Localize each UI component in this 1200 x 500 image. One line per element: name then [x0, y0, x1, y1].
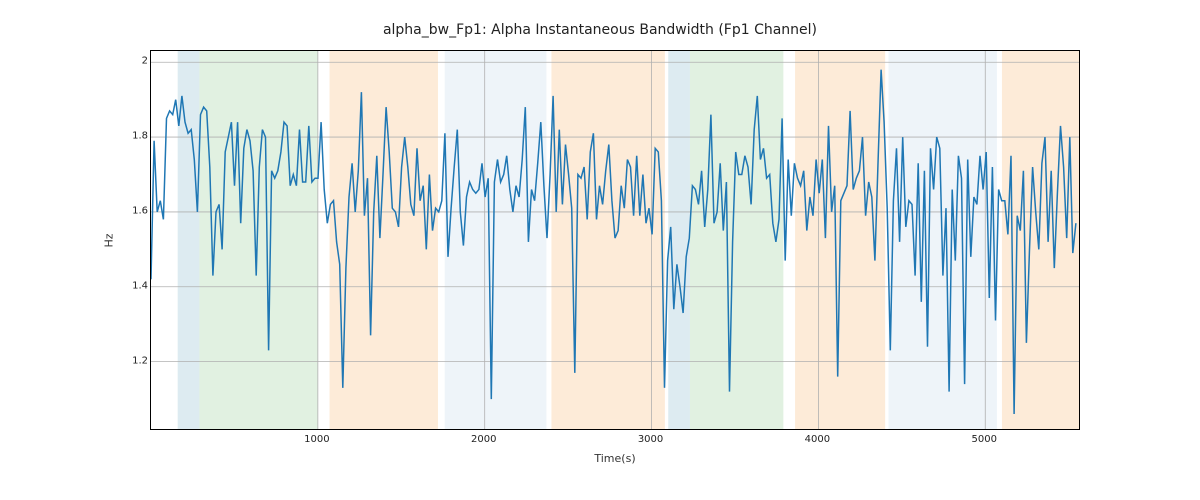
x-axis-label: Time(s): [150, 452, 1080, 465]
y-tick-2: 1.6: [118, 205, 148, 216]
x-tick-1: 2000: [471, 434, 496, 445]
x-tick-3: 4000: [805, 434, 830, 445]
y-tick-0: 1.2: [118, 355, 148, 366]
x-tick-0: 1000: [304, 434, 329, 445]
plot-svg: [151, 51, 1079, 429]
chart-title: alpha_bw_Fp1: Alpha Instantaneous Bandwi…: [0, 22, 1200, 38]
figure: alpha_bw_Fp1: Alpha Instantaneous Bandwi…: [0, 0, 1200, 500]
y-tick-4: 2: [118, 56, 148, 67]
y-axis-label: Hz: [102, 50, 116, 430]
x-tick-4: 5000: [972, 434, 997, 445]
x-tick-2: 3000: [638, 434, 663, 445]
y-tick-1: 1.4: [118, 280, 148, 291]
plot-axes: [150, 50, 1080, 430]
y-tick-3: 1.8: [118, 131, 148, 142]
